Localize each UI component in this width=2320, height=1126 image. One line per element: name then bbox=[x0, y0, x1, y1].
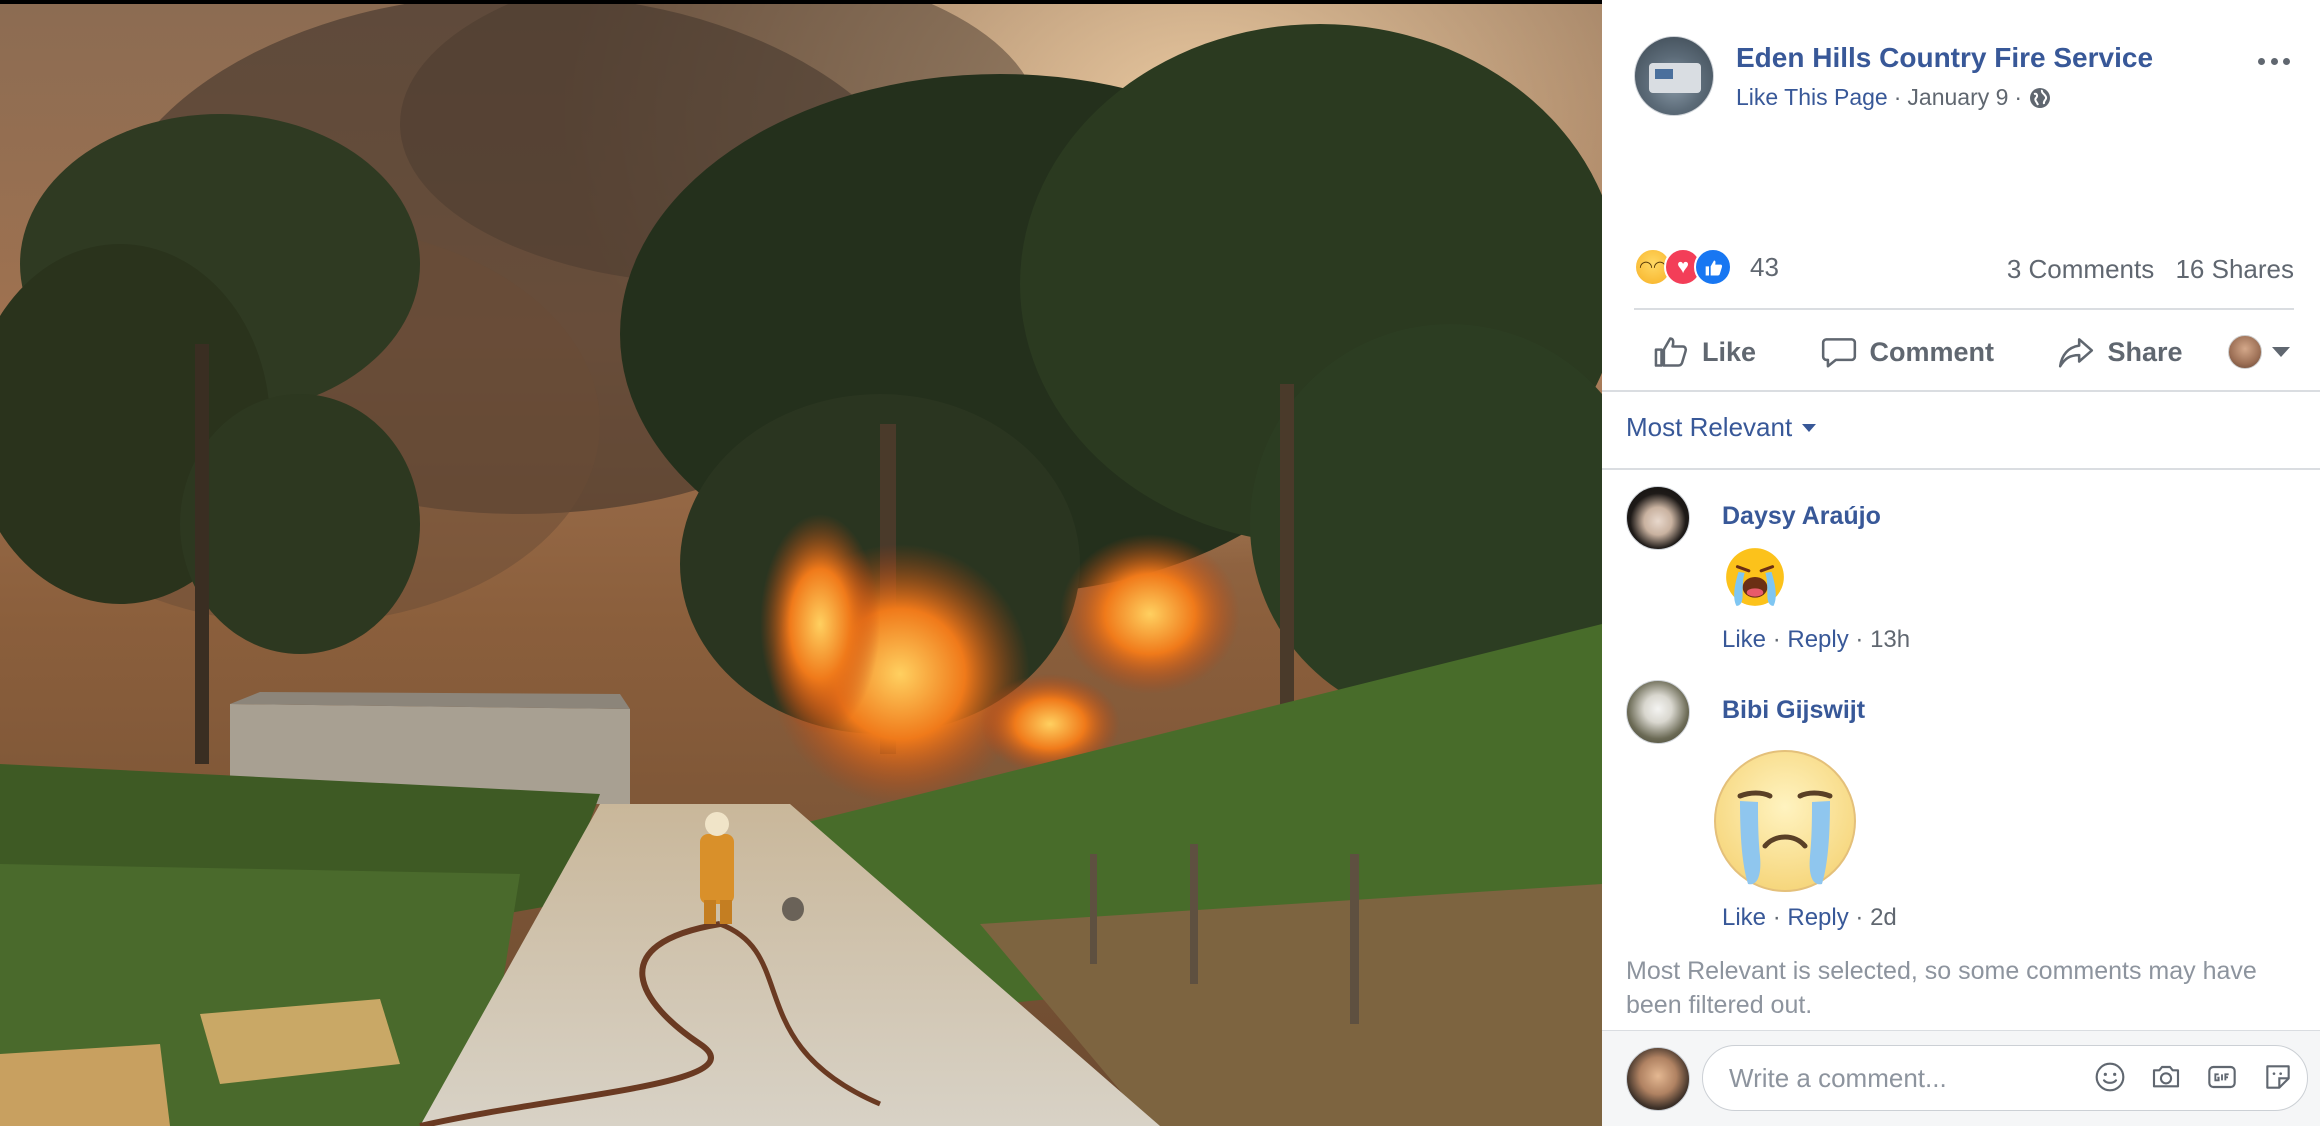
page-name-link[interactable]: Eden Hills Country Fire Service bbox=[1736, 42, 2153, 74]
reaction-count[interactable]: 43 bbox=[1750, 252, 1779, 283]
comment-time[interactable]: 2d bbox=[1870, 904, 1897, 931]
thumbs-up-icon bbox=[1654, 337, 1688, 367]
current-user-avatar[interactable] bbox=[1626, 1047, 1690, 1111]
like-button[interactable]: Like bbox=[1634, 325, 1774, 379]
comment-footer: Like · Reply · 2d bbox=[1722, 904, 1897, 931]
like-reaction-icon bbox=[1694, 248, 1732, 286]
post-action-bar: Like Comment Share bbox=[1634, 316, 2294, 388]
commenter-name[interactable]: Daysy Araújo bbox=[1722, 502, 1881, 531]
meta-separator-2: · bbox=[2014, 84, 2023, 110]
post-as-selector[interactable] bbox=[2228, 335, 2294, 369]
comments-count-link[interactable]: 3 Comments bbox=[2007, 254, 2154, 284]
sort-label: Most Relevant bbox=[1626, 412, 1793, 442]
comment-button[interactable]: Comment bbox=[1802, 325, 2013, 379]
composer-icons bbox=[2094, 1061, 2294, 1093]
fire-truck-graphic bbox=[1649, 63, 1701, 93]
comment-like-link[interactable]: Like bbox=[1722, 904, 1766, 931]
post-meta: Like This Page · January 9 · bbox=[1736, 84, 2052, 111]
post-header: Eden Hills Country Fire Service Like Thi… bbox=[1634, 36, 2294, 116]
share-button[interactable]: Share bbox=[2039, 325, 2200, 379]
post-sidebar: Eden Hills Country Fire Service Like Thi… bbox=[1602, 0, 2320, 1126]
filter-note: Most Relevant is selected, so some comme… bbox=[1626, 957, 2257, 1019]
meta-separator: · bbox=[1893, 84, 1902, 110]
comment-reply-link[interactable]: Reply bbox=[1787, 626, 1848, 653]
reaction-icons[interactable]: ◠◠ ♥ bbox=[1634, 248, 1744, 286]
loudly-crying-face-icon bbox=[1726, 548, 1784, 606]
comment-footer: Like · Reply · 13h bbox=[1722, 626, 1911, 653]
commenter-name[interactable]: Bibi Gijswijt bbox=[1722, 696, 1865, 725]
bushfire-vineyard-image bbox=[0, 4, 1602, 1126]
comment-composer bbox=[1602, 1030, 2320, 1126]
share-button-label: Share bbox=[2107, 336, 2183, 367]
reactions-summary[interactable]: ◠◠ ♥ 43 3 Comments 16 Shares bbox=[1634, 246, 2294, 288]
shares-count-link[interactable]: 16 Shares bbox=[2175, 254, 2294, 284]
sticker-icon[interactable] bbox=[2262, 1061, 2294, 1093]
commenter-avatar[interactable] bbox=[1626, 486, 1690, 550]
comment-like-link[interactable]: Like bbox=[1722, 626, 1766, 653]
camera-icon[interactable] bbox=[2150, 1061, 2182, 1093]
like-button-label: Like bbox=[1702, 336, 1757, 367]
comment-item: Daysy Araújo Like · Reply · 13h bbox=[1626, 486, 2296, 656]
like-page-link[interactable]: Like This Page bbox=[1736, 84, 1888, 111]
more-options-icon[interactable] bbox=[2254, 46, 2294, 76]
divider-actions bbox=[1602, 390, 2320, 392]
gif-icon[interactable] bbox=[2206, 1061, 2238, 1093]
divider-sort bbox=[1602, 468, 2320, 470]
comment-reply-link[interactable]: Reply bbox=[1787, 904, 1848, 931]
post-photo[interactable] bbox=[0, 4, 1602, 1126]
comment-sort-dropdown[interactable]: Most Relevant bbox=[1626, 412, 1817, 443]
engagement-counts: 3 Comments 16 Shares bbox=[2007, 254, 2294, 285]
page-avatar[interactable] bbox=[1634, 36, 1714, 116]
sort-caret-icon bbox=[1802, 423, 1817, 432]
comment-time[interactable]: 13h bbox=[1870, 626, 1910, 653]
speech-bubble-icon bbox=[1821, 338, 1856, 368]
post-date[interactable]: January 9 bbox=[1907, 84, 2008, 111]
commenter-avatar[interactable] bbox=[1626, 680, 1690, 744]
divider-top bbox=[1634, 308, 2294, 310]
user-avatar-small bbox=[2228, 335, 2262, 369]
globe-icon[interactable] bbox=[2028, 86, 2052, 110]
share-arrow-icon bbox=[2059, 338, 2094, 368]
comment-item: Bibi Gijswijt Like · Reply · 2d bbox=[1626, 680, 2296, 931]
emoji-icon[interactable] bbox=[2094, 1061, 2126, 1093]
chevron-down-icon bbox=[2272, 347, 2290, 357]
comment-button-label: Comment bbox=[1869, 336, 1995, 367]
crying-face-sticker-icon[interactable] bbox=[1710, 746, 1860, 896]
